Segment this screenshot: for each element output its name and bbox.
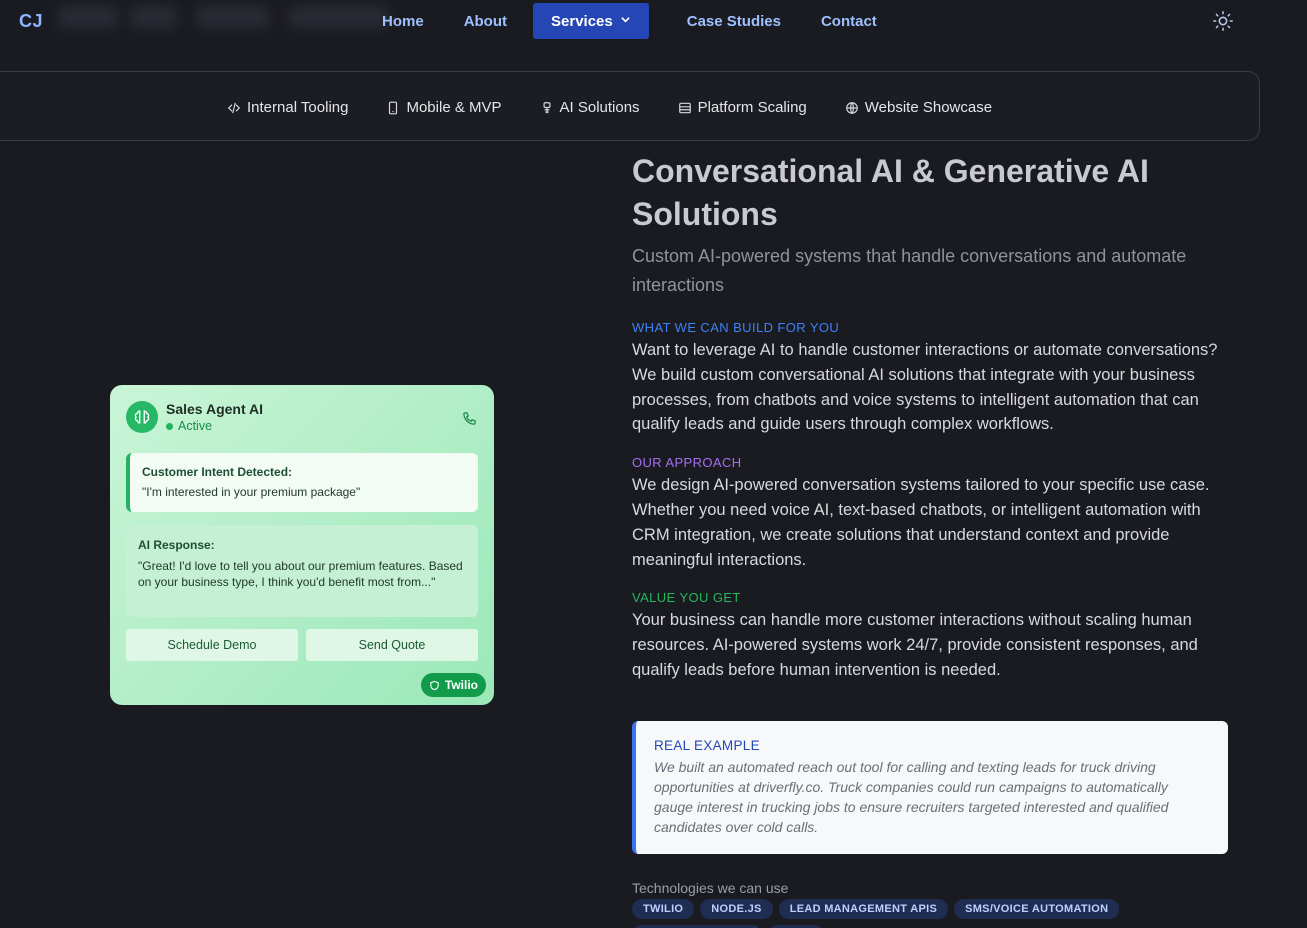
intent-title: Customer Intent Detected: <box>142 465 293 479</box>
subnav-internal-tooling[interactable]: Internal Tooling <box>227 99 348 116</box>
nav-home[interactable]: Home <box>368 3 438 39</box>
customer-intent-box: Customer Intent Detected: "I'm intereste… <box>126 453 478 512</box>
page-title: Conversational AI & Generative AI Soluti… <box>632 153 1149 232</box>
bot-icon <box>543 101 551 113</box>
brain-icon <box>126 401 158 433</box>
send-quote-button[interactable]: Send Quote <box>306 629 478 661</box>
subnav-label: Platform Scaling <box>697 99 807 116</box>
section-label-approach: OUR APPROACH <box>632 455 742 471</box>
ai-response-text: "Great! I'd love to tell you about our p… <box>138 559 463 589</box>
chevron-down-icon <box>620 14 631 28</box>
section-text-value: Your business can handle more customer i… <box>632 611 1198 679</box>
real-example-box: REAL EXAMPLE We built an automated reach… <box>632 721 1228 854</box>
sun-icon[interactable] <box>1212 10 1234 32</box>
example-label: REAL EXAMPLE <box>654 738 760 753</box>
blurred-region <box>58 6 388 28</box>
shield-icon <box>430 680 439 690</box>
nav-case-studies[interactable]: Case Studies <box>673 3 795 39</box>
service-content: Conversational AI & Generative AI Soluti… <box>632 150 1232 683</box>
nav-contact[interactable]: Contact <box>807 3 891 39</box>
layout-icon <box>678 102 691 113</box>
schedule-demo-button[interactable]: Schedule Demo <box>126 629 298 661</box>
ai-response-title: AI Response: <box>138 538 215 552</box>
agent-status: Active <box>166 419 263 433</box>
ai-response-box: AI Response: "Great! I'd love to tell yo… <box>126 525 478 617</box>
services-subnav: Internal Tooling Mobile & MVP AI Solutio… <box>0 71 1260 141</box>
status-label: Active <box>178 419 213 433</box>
intent-text: "I'm interested in your premium package" <box>142 485 361 499</box>
badge-label: Twilio <box>444 678 478 692</box>
globe-icon <box>845 101 858 114</box>
phone-icon <box>389 101 398 114</box>
section-text-approach: We design AI-powered conversation system… <box>632 476 1210 569</box>
subnav-label: Website Showcase <box>864 99 993 116</box>
top-nav: CJ Home About Services Case Studies Cont… <box>0 0 1307 44</box>
subnav-mobile-mvp[interactable]: Mobile & MVP <box>386 99 502 116</box>
technology-tags: TWILIO NODE.JS LEAD MANAGEMENT APIS SMS/… <box>632 899 1232 928</box>
tag-lead-management: LEAD MANAGEMENT APIS <box>778 899 949 919</box>
tag-twilio: TWILIO <box>632 899 695 919</box>
nav-services-label: Services <box>551 12 613 30</box>
tag-sms-voice: SMS/VOICE AUTOMATION <box>954 899 1120 919</box>
twilio-badge: Twilio <box>420 673 486 697</box>
nav-links: Home About Services Case Studies Contact <box>368 3 891 39</box>
subnav-label: AI Solutions <box>559 99 640 116</box>
sales-agent-card: Sales Agent AI Active Customer Intent De… <box>110 385 494 705</box>
section-label-value: VALUE YOU GET <box>632 590 741 606</box>
section-text-build: Want to leverage AI to handle customer i… <box>632 341 1218 434</box>
subnav-website-showcase[interactable]: Website Showcase <box>845 99 992 116</box>
subnav-label: Internal Tooling <box>247 99 349 116</box>
subnav-label: Mobile & MVP <box>406 99 502 116</box>
subnav-ai-solutions[interactable]: AI Solutions <box>540 99 640 116</box>
call-icon[interactable] <box>462 411 477 426</box>
nav-about[interactable]: About <box>450 3 521 39</box>
tag-nodejs: NODE.JS <box>700 899 773 919</box>
logo[interactable]: CJ <box>19 11 43 32</box>
example-text: We built an automated reach out tool for… <box>654 759 1169 835</box>
status-dot <box>166 422 173 430</box>
page-subtitle: Custom AI-powered systems that handle co… <box>632 246 1187 295</box>
nav-services[interactable]: Services <box>533 3 649 39</box>
code-icon <box>227 102 241 113</box>
technologies-label: Technologies we can use <box>632 880 789 896</box>
subnav-platform-scaling[interactable]: Platform Scaling <box>678 99 807 116</box>
section-label-build: WHAT WE CAN BUILD FOR YOU <box>632 320 840 335</box>
agent-name: Sales Agent AI <box>166 401 263 417</box>
